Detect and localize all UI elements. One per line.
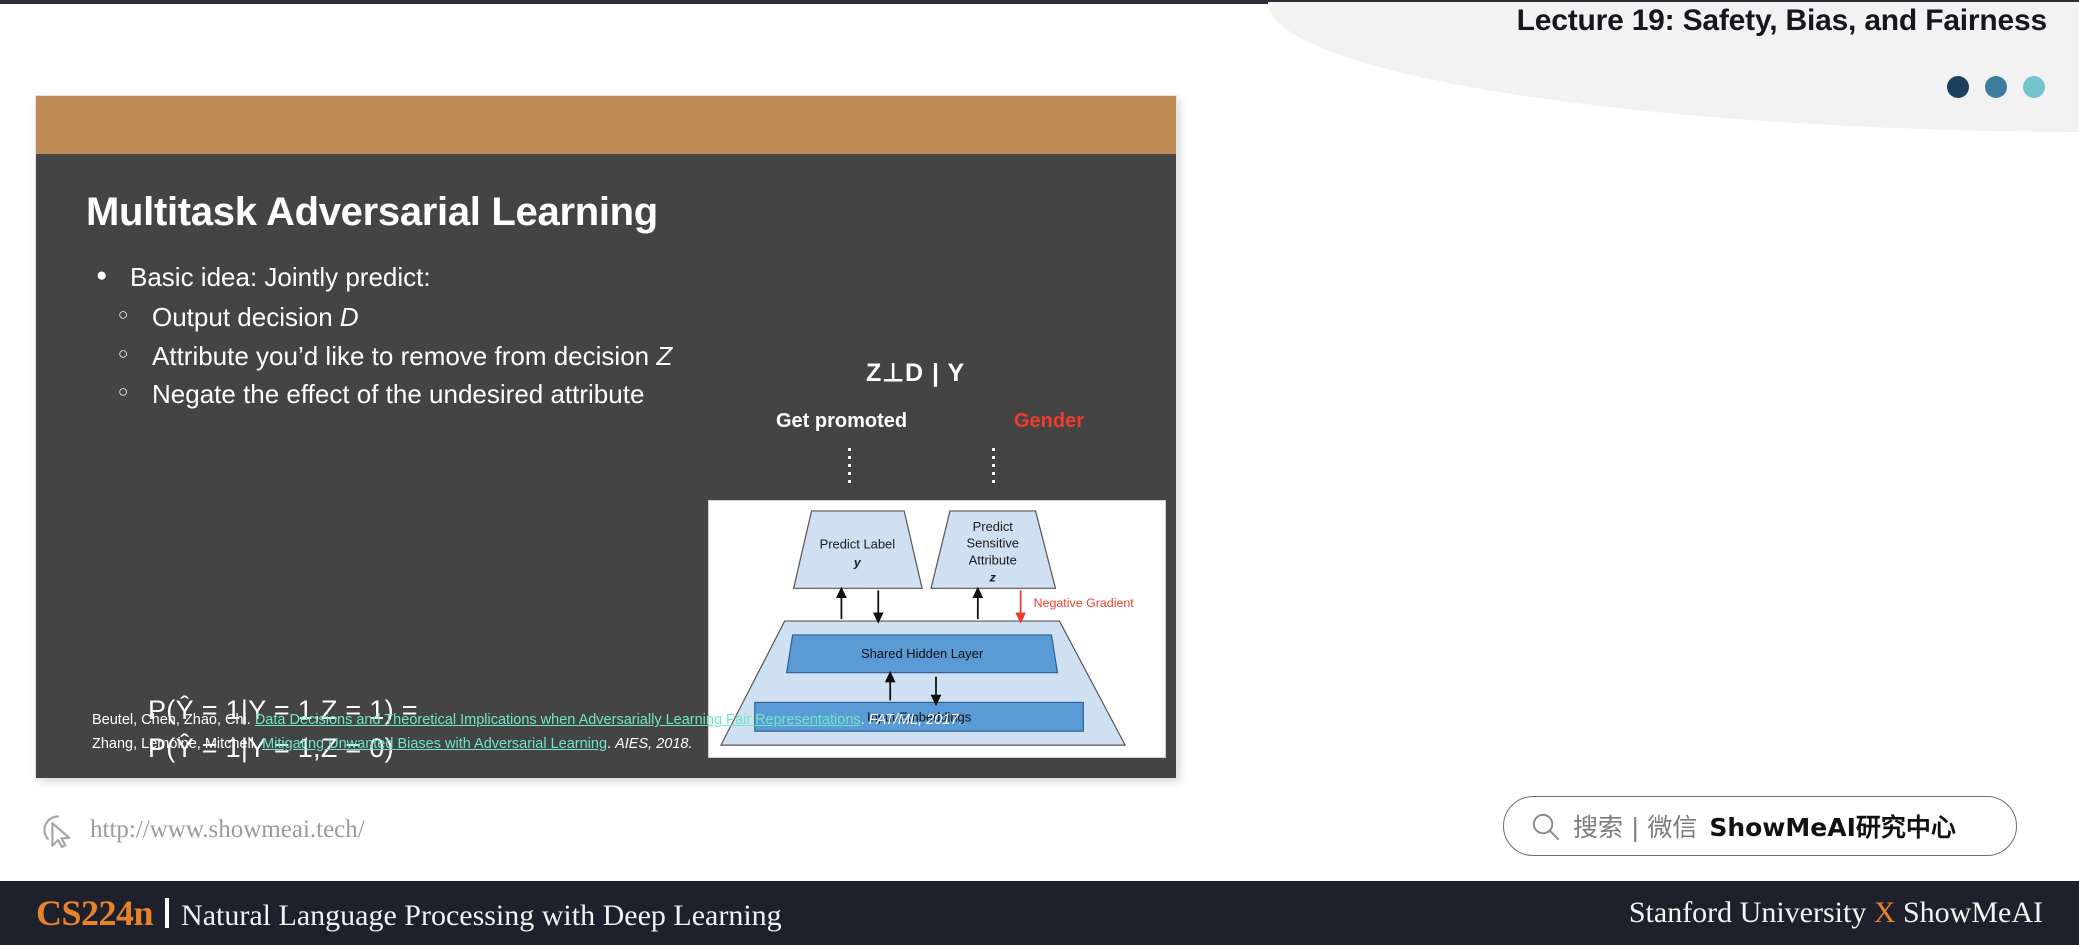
search-pill[interactable]: 搜索 | 微信 ShowMeAI研究中心 [1503, 796, 2017, 856]
shared-hidden-layer-label: Shared Hidden Layer [861, 646, 984, 661]
architecture-diagram: Z⊥D | Y Get promoted Gender Predict Labe… [684, 358, 1166, 758]
dot-dark-navy-icon [1947, 76, 1969, 98]
bullet-sublist: ○ Output decision D ○ Attribute you’d li… [96, 300, 696, 411]
site-url[interactable]: http://www.showmeai.tech/ [90, 816, 365, 844]
search-icon [1532, 813, 1560, 840]
cursor-arrow-icon [43, 815, 71, 848]
bullet-level2: ○ Negate the effect of the undesired att… [96, 377, 696, 411]
affiliation-suffix: ShowMeAI [1895, 896, 2043, 929]
slide-title: Multitask Adversarial Learning [86, 190, 658, 234]
bullet-level1-text: Basic idea: Jointly predict: [130, 262, 431, 292]
citation-authors: Beutel, Chen, Zhao, Chi. [92, 712, 251, 729]
label-gender: Gender [1014, 410, 1085, 432]
bullet-marker-hollow-icon: ○ [118, 381, 129, 401]
citation-authors: Zhang, Lemoine, Mitchell. [92, 735, 259, 752]
citation-link[interactable]: Mitigating Unwanted Biases with Adversar… [262, 736, 607, 752]
predict-label-text-2: y [853, 556, 862, 570]
label-get-promoted: Get promoted [776, 410, 908, 432]
citations: Beutel, Chen, Zhao, Chi. Data Decisions … [92, 709, 962, 756]
citation-venue: FAT/ML, 2017. [868, 712, 963, 729]
bottom-bar-right: Stanford University X ShowMeAI [1629, 896, 2043, 930]
search-pill-brand-text: ShowMeAI研究中心 [1709, 813, 1956, 842]
predict-label-text-1: Predict Label [820, 537, 895, 552]
slide-accent-band [36, 96, 1176, 154]
bullet-marker-hollow-icon: ○ [118, 305, 129, 325]
independence-notation: Z⊥D | Y [866, 359, 966, 387]
bottom-bar-separator [165, 898, 170, 928]
bullet-level2-text: Attribute you’d like to remove from deci… [152, 340, 673, 371]
predict-sensitive-text-2: Sensitive [967, 536, 1019, 551]
bullet-level2: ○ Attribute you’d like to remove from de… [96, 339, 696, 373]
citation-venue: AIES, 2018. [615, 735, 693, 752]
lecture-title: Lecture 19: Safety, Bias, and Fairness [1516, 4, 2048, 37]
citation-period: . [607, 735, 612, 752]
citation-row: Zhang, Lemoine, Mitchell. Mitigating Unw… [92, 733, 962, 756]
dot-light-cyan-icon [2023, 76, 2045, 98]
predict-sensitive-text-1: Predict [973, 519, 1014, 534]
bullet-level1: ● Basic idea: Jointly predict: [96, 261, 696, 294]
bullet-level2-text: Output decision D [152, 302, 359, 333]
dot-steel-blue-icon [1985, 76, 2007, 98]
dotted-connector-left-icon [848, 448, 851, 486]
affiliation-x: X [1873, 896, 1896, 929]
bullet-level2: ○ Output decision D [96, 300, 696, 334]
bullet-list: ● Basic idea: Jointly predict: ○ Output … [96, 261, 696, 415]
header-dots [1947, 76, 2045, 98]
citation-link[interactable]: Data Decisions and Theoretical Implicati… [255, 712, 861, 728]
search-pill-plain-text: 搜索 | 微信 [1573, 813, 1698, 842]
course-code: CS224n [36, 893, 154, 933]
bullet-level2-text: Negate the effect of the undesired attri… [152, 378, 645, 409]
dotted-connector-right-icon [992, 448, 995, 486]
site-watermark: http://www.showmeai.tech/ [40, 812, 365, 848]
predict-sensitive-text-3: Attribute [969, 553, 1017, 568]
bottom-bar-left: CS224n Natural Language Processing with … [36, 892, 782, 934]
bullet-marker-filled-icon: ● [96, 265, 108, 286]
negative-gradient-label: Negative Gradient [1034, 596, 1135, 610]
bullet-marker-hollow-icon: ○ [118, 343, 129, 363]
bottom-bar: CS224n Natural Language Processing with … [0, 881, 2079, 945]
course-subject: Natural Language Processing with Deep Le… [181, 899, 782, 932]
affiliation-prefix: Stanford University [1628, 896, 1874, 929]
citation-row: Beutel, Chen, Zhao, Chi. Data Decisions … [92, 709, 962, 732]
citation-period: . [860, 712, 865, 729]
predict-sensitive-text-4: z [989, 570, 997, 584]
slide: Multitask Adversarial Learning ● Basic i… [36, 96, 1176, 778]
